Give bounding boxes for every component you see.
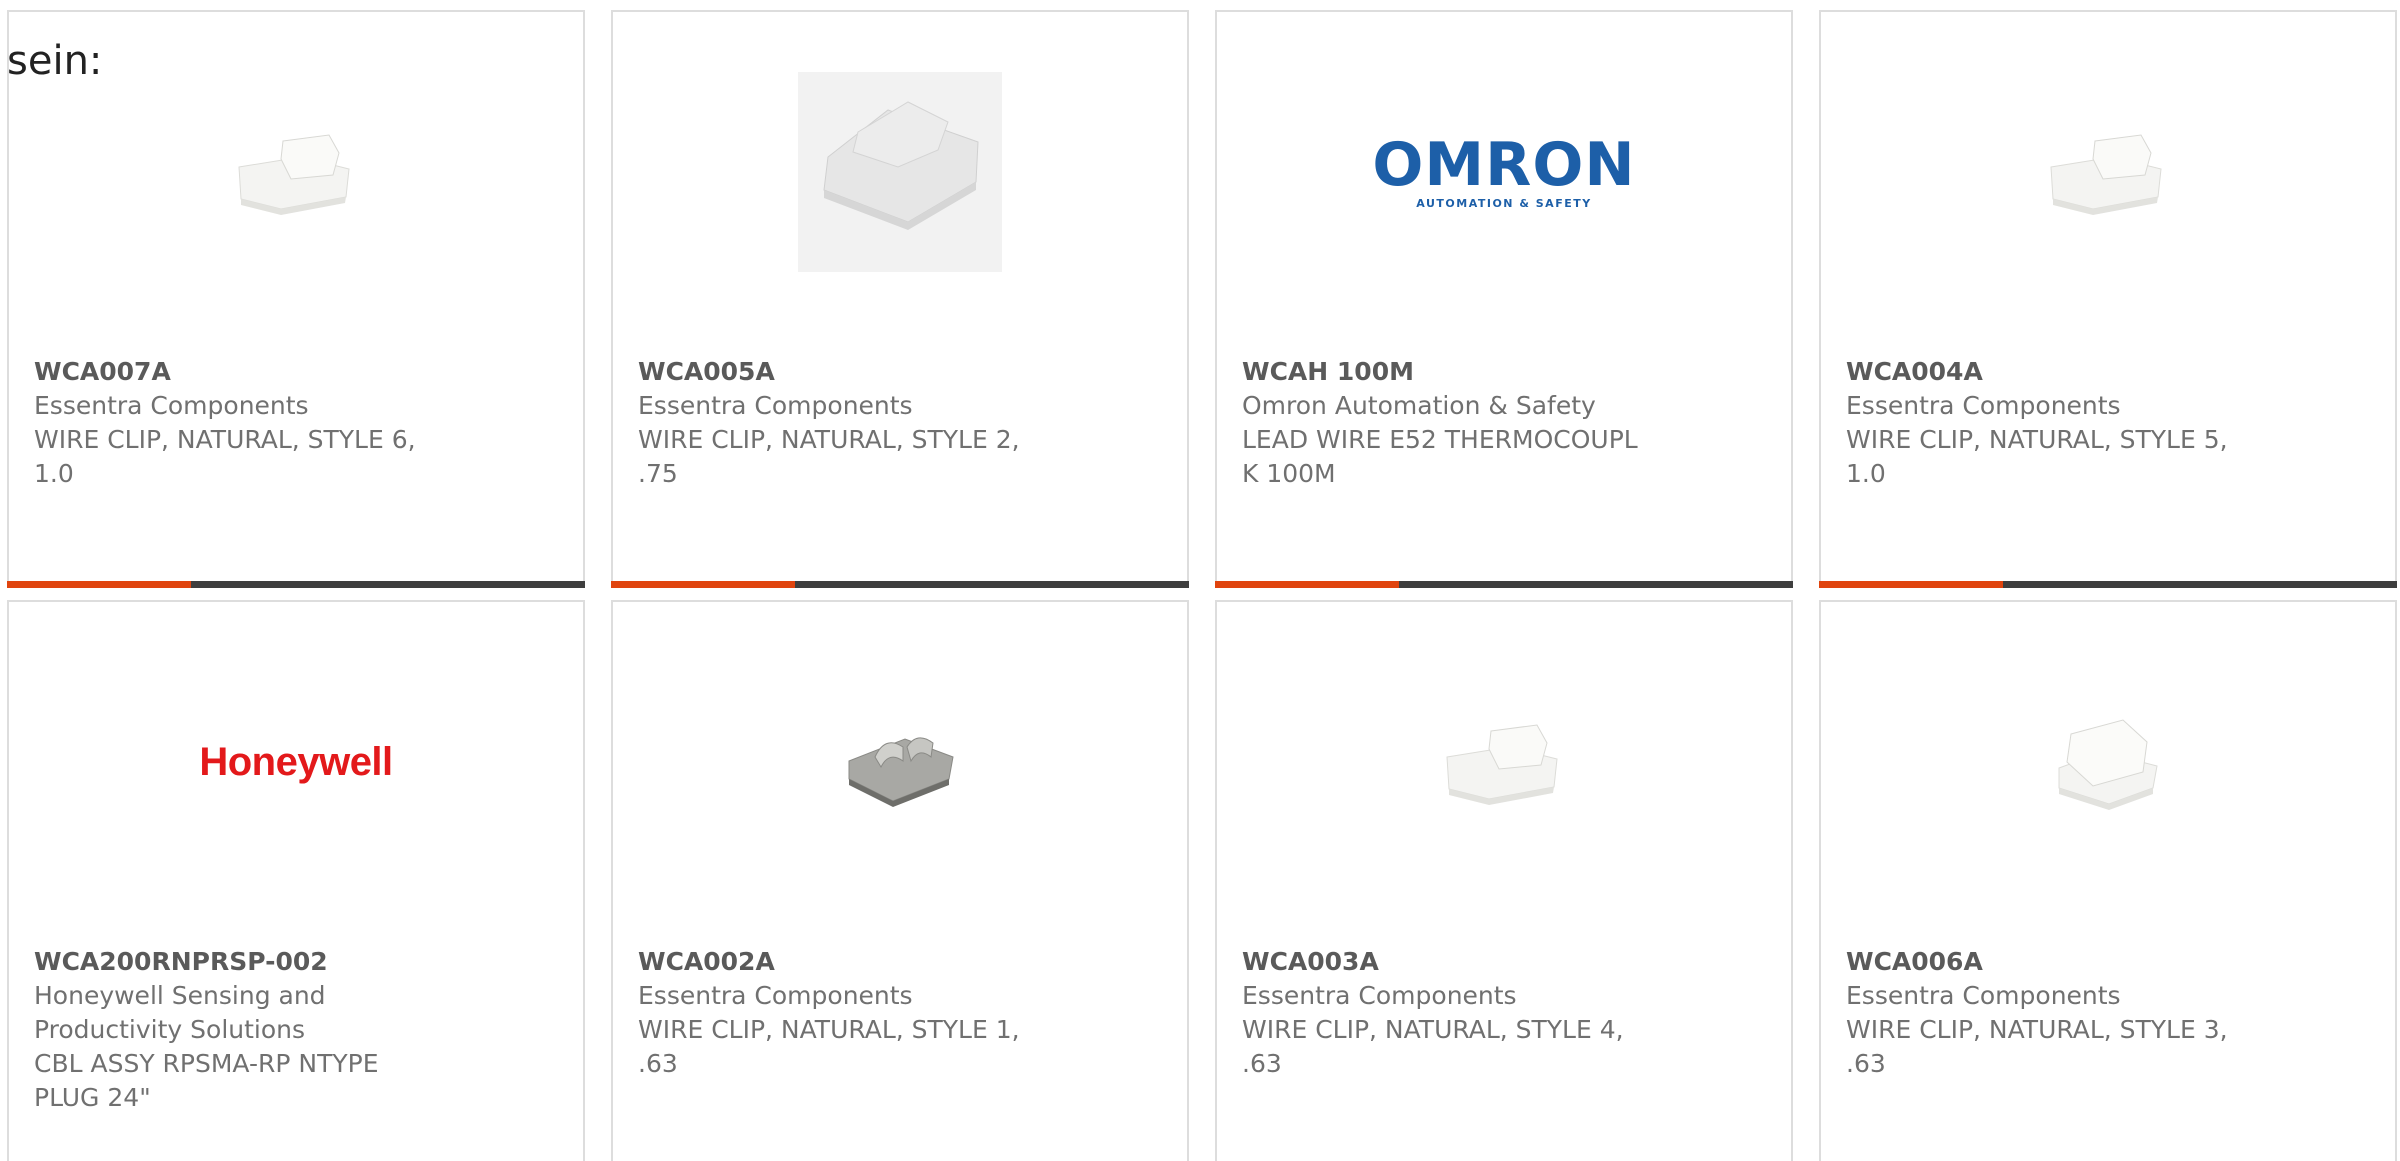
wire-clip-image (1446, 724, 1558, 805)
product-card-wca004a[interactable]: WCA004A Essentra Components WIRE CLIP, N… (1819, 10, 2397, 588)
card-bottom-bar (1215, 581, 1793, 588)
part-number[interactable]: WCA006A (1846, 945, 2266, 979)
manufacturer: Essentra Components (1242, 981, 1517, 1010)
product-card-wca003a[interactable]: WCA003A Essentra Components WIRE CLIP, N… (1215, 600, 1793, 1161)
description-line: LEAD WIRE E52 THERMOCOUPL (1242, 425, 1638, 454)
honeywell-logo: Honeywell (199, 739, 393, 784)
card-bottom-bar (611, 581, 1189, 588)
description-line: WIRE CLIP, NATURAL, STYLE 3, (1846, 1015, 2228, 1044)
wire-clip-image (848, 737, 954, 807)
manufacturer-line: Productivity Solutions (34, 1015, 306, 1044)
product-image: Honeywell (9, 642, 583, 882)
product-card-wca002a[interactable]: WCA002A Essentra Components WIRE CLIP, N… (611, 600, 1189, 1161)
product-image (1217, 642, 1791, 882)
product-image (9, 52, 583, 292)
page-heading: sein: (7, 38, 103, 84)
omron-logo-text: OMRON (1372, 129, 1636, 200)
manufacturer: Omron Automation & Safety (1242, 391, 1596, 420)
description-line: WIRE CLIP, NATURAL, STYLE 4, (1242, 1015, 1624, 1044)
description-line: WIRE CLIP, NATURAL, STYLE 6, (34, 425, 416, 454)
manufacturer: Essentra Components (1846, 981, 2121, 1010)
description-line: 1.0 (34, 459, 74, 488)
wire-clip-image (2058, 719, 2158, 810)
description-line: 1.0 (1846, 459, 1886, 488)
description-line: WIRE CLIP, NATURAL, STYLE 5, (1846, 425, 2228, 454)
description-line: .63 (638, 1049, 678, 1078)
product-image (1821, 52, 2395, 292)
manufacturer: Essentra Components (1846, 391, 2121, 420)
part-number[interactable]: WCAH 100M (1242, 355, 1662, 389)
part-number[interactable]: WCA003A (1242, 945, 1662, 979)
manufacturer: Essentra Components (638, 391, 913, 420)
omron-logo: OMRON AUTOMATION & SAFETY (1372, 135, 1635, 210)
product-card-wcah-100m[interactable]: OMRON AUTOMATION & SAFETY WCAH 100M Omro… (1215, 10, 1793, 588)
card-bottom-bar (7, 581, 585, 588)
description-line: PLUG 24" (34, 1083, 151, 1112)
part-number[interactable]: WCA007A (34, 355, 454, 389)
description-line: CBL ASSY RPSMA-RP NTYPE (34, 1049, 379, 1078)
part-number[interactable]: WCA002A (638, 945, 1058, 979)
product-image (1821, 642, 2395, 882)
manufacturer: Essentra Components (34, 391, 309, 420)
card-bottom-bar (1819, 581, 2397, 588)
product-card-wca007a[interactable]: WCA007A Essentra Components WIRE CLIP, N… (7, 10, 585, 588)
manufacturer-line: Honeywell Sensing and (34, 981, 326, 1010)
wire-clip-image (238, 134, 350, 215)
description-line: WIRE CLIP, NATURAL, STYLE 2, (638, 425, 1020, 454)
description-line: .75 (638, 459, 678, 488)
product-card-wca006a[interactable]: WCA006A Essentra Components WIRE CLIP, N… (1819, 600, 2397, 1161)
manufacturer: Essentra Components (638, 981, 913, 1010)
description-line: WIRE CLIP, NATURAL, STYLE 1, (638, 1015, 1020, 1044)
wire-clip-image (798, 72, 1002, 272)
product-image (613, 52, 1187, 292)
product-image: OMRON AUTOMATION & SAFETY (1217, 52, 1791, 292)
part-number[interactable]: WCA200RNPRSP-002 (34, 945, 454, 979)
card-accent (1215, 581, 1399, 588)
description-line: .63 (1242, 1049, 1282, 1078)
product-card-wca005a[interactable]: WCA005A Essentra Components WIRE CLIP, N… (611, 10, 1189, 588)
product-card-wca200rnprsp-002[interactable]: Honeywell WCA200RNPRSP-002 Honeywell Sen… (7, 600, 585, 1161)
description-line: .63 (1846, 1049, 1886, 1078)
description-line: K 100M (1242, 459, 1336, 488)
product-image (613, 642, 1187, 882)
card-accent (7, 581, 191, 588)
card-accent (1819, 581, 2003, 588)
product-grid-page: sein: WCA007A Essentra Components WIRE C… (0, 0, 2400, 1161)
card-accent (611, 581, 795, 588)
part-number[interactable]: WCA005A (638, 355, 1058, 389)
part-number[interactable]: WCA004A (1846, 355, 2266, 389)
wire-clip-image (2050, 134, 2162, 215)
